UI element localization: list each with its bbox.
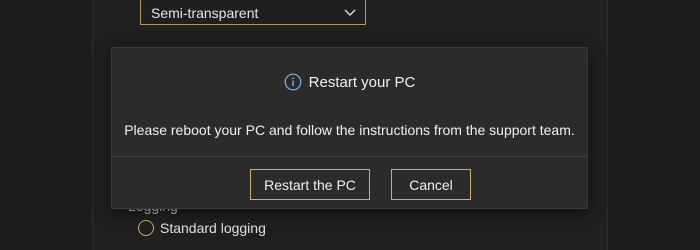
settings-page: Semi-transparent Logging Standard loggin… [0,0,700,250]
dialog-divider [112,156,587,157]
chevron-down-icon [344,9,356,17]
transparency-dropdown[interactable]: Semi-transparent [140,0,366,25]
info-icon [284,73,302,91]
dialog-title: Restart your PC [308,73,416,91]
right-panel [607,0,700,250]
dialog-header: Restart your PC [112,73,587,91]
cancel-button[interactable]: Cancel [391,169,471,200]
dropdown-selected-value: Semi-transparent [151,5,259,21]
dialog-message: Please reboot your PC and follow the ins… [124,122,575,138]
left-panel [0,0,93,250]
restart-dialog: Restart your PC Please reboot your PC an… [111,47,588,209]
standard-logging-option[interactable]: Standard logging [138,220,266,236]
restart-pc-button[interactable]: Restart the PC [250,169,370,200]
radio-button[interactable] [138,220,154,236]
radio-label: Standard logging [160,220,266,236]
